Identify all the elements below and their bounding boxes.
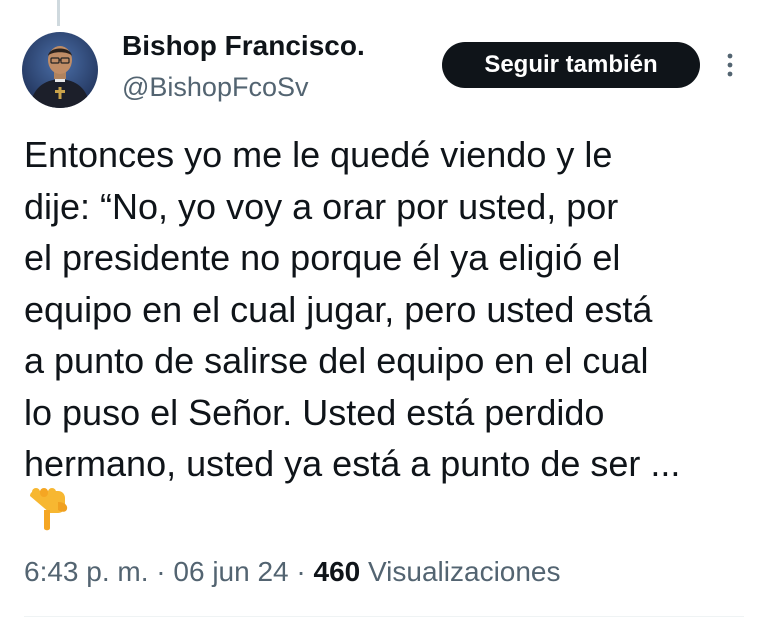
backhand-index-pointing-down-icon: [24, 488, 70, 532]
tweet-text: Entonces yo me le quedé viendo y le dije…: [24, 129, 754, 490]
meta-separator: ·: [148, 556, 174, 587]
views-label: Visualizaciones: [368, 556, 561, 587]
avatar-photo: [22, 32, 98, 108]
follow-button[interactable]: Seguir también: [442, 42, 700, 88]
tweet-text-line: Entonces yo me le quedé viendo y le: [24, 134, 613, 175]
tweet-text-line: a punto de salirse del equipo en el cual: [24, 340, 649, 381]
tweet-text-line: lo puso el Señor. Usted está perdido: [24, 391, 605, 433]
tweet-date[interactable]: 06 jun 24: [173, 556, 288, 587]
more-vertical-icon[interactable]: [722, 52, 738, 78]
tweet-meta: 6:43 p. m. · 06 jun 24 · 460 Visualizaci…: [24, 556, 561, 588]
tweet-detail: Bishop Francisco. @BishopFcoSv Seguir ta…: [0, 0, 768, 626]
avatar[interactable]: [22, 32, 98, 108]
tweet-text-line: dije: “No, yo voy a orar por usted, por: [24, 185, 619, 227]
tweet-text-line: hermano, usted ya está a punto de ser ..…: [24, 443, 681, 484]
tweet-time[interactable]: 6:43 p. m.: [24, 556, 149, 587]
tweet-text-line: equipo en el cual jugar, pero usted está: [24, 288, 653, 330]
divider: [24, 616, 744, 617]
author-name[interactable]: Bishop Francisco.: [122, 30, 365, 62]
meta-separator: ·: [288, 556, 314, 587]
tweet-text-line: el presidente no porque él ya eligió el: [24, 237, 621, 278]
author-handle[interactable]: @BishopFcoSv: [122, 72, 308, 103]
thread-connector-line: [57, 0, 60, 26]
views-count: 460: [313, 556, 361, 587]
